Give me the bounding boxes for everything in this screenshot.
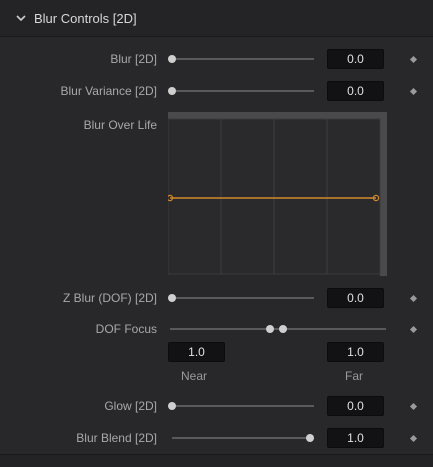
inspector-panel: Blur Controls [2D] Blur [2D] 0.0 Blur Va…: [0, 0, 433, 467]
z-blur-value-field[interactable]: 0.0: [327, 288, 384, 308]
z-blur-keyframe-icon[interactable]: [409, 294, 418, 303]
glow-slider-track[interactable]: [172, 405, 314, 407]
z-blur-slider-track[interactable]: [172, 297, 314, 299]
blur-over-life-curve-editor[interactable]: [166, 112, 387, 276]
blur-over-life-label: Blur Over Life: [83, 118, 157, 132]
blur-slider-track[interactable]: [172, 58, 314, 60]
blur-variance-value-field[interactable]: 0.0: [327, 81, 384, 101]
blur-blend-label: Blur Blend [2D]: [76, 431, 157, 445]
blur-blend-slider-knob[interactable]: [306, 434, 314, 442]
blur-blend-slider-track[interactable]: [172, 437, 314, 439]
blur-value-field[interactable]: 0.0: [327, 49, 384, 69]
panel-bottom-edge: [0, 454, 433, 467]
blur-variance-keyframe-icon[interactable]: [409, 87, 418, 96]
blur-variance-slider-knob[interactable]: [168, 87, 176, 95]
curve-scrollbar: [380, 112, 387, 276]
blur-variance-label: Blur Variance [2D]: [60, 84, 158, 98]
blur-label: Blur [2D]: [110, 52, 157, 66]
chevron-down-icon[interactable]: [14, 11, 28, 25]
curve-top-bar: [168, 112, 380, 119]
dof-near-value-field[interactable]: 1.0: [168, 342, 225, 362]
section-header[interactable]: Blur Controls [2D]: [0, 0, 433, 37]
glow-keyframe-icon[interactable]: [409, 402, 418, 411]
blur-slider-knob[interactable]: [168, 55, 176, 63]
section-title: Blur Controls [2D]: [34, 10, 137, 26]
z-blur-label: Z Blur (DOF) [2D]: [62, 291, 157, 305]
dof-far-value-field[interactable]: 1.0: [327, 342, 384, 362]
glow-value-field[interactable]: 0.0: [327, 396, 384, 416]
dof-near-label: Near: [181, 369, 208, 383]
z-blur-slider-knob[interactable]: [168, 294, 176, 302]
dof-focus-range-track[interactable]: [170, 328, 386, 330]
blur-blend-keyframe-icon[interactable]: [409, 434, 418, 443]
dof-focus-keyframe-icon[interactable]: [409, 325, 418, 334]
glow-label: Glow [2D]: [104, 399, 157, 413]
blur-blend-value-field[interactable]: 1.0: [327, 428, 384, 448]
glow-slider-knob[interactable]: [168, 402, 176, 410]
dof-focus-far-knob[interactable]: [279, 325, 287, 333]
dof-focus-near-knob[interactable]: [266, 325, 274, 333]
dof-far-label: Far: [345, 369, 363, 383]
dof-focus-label: DOF Focus: [95, 322, 157, 336]
blur-variance-slider-track[interactable]: [172, 90, 314, 92]
blur-keyframe-icon[interactable]: [409, 55, 418, 64]
